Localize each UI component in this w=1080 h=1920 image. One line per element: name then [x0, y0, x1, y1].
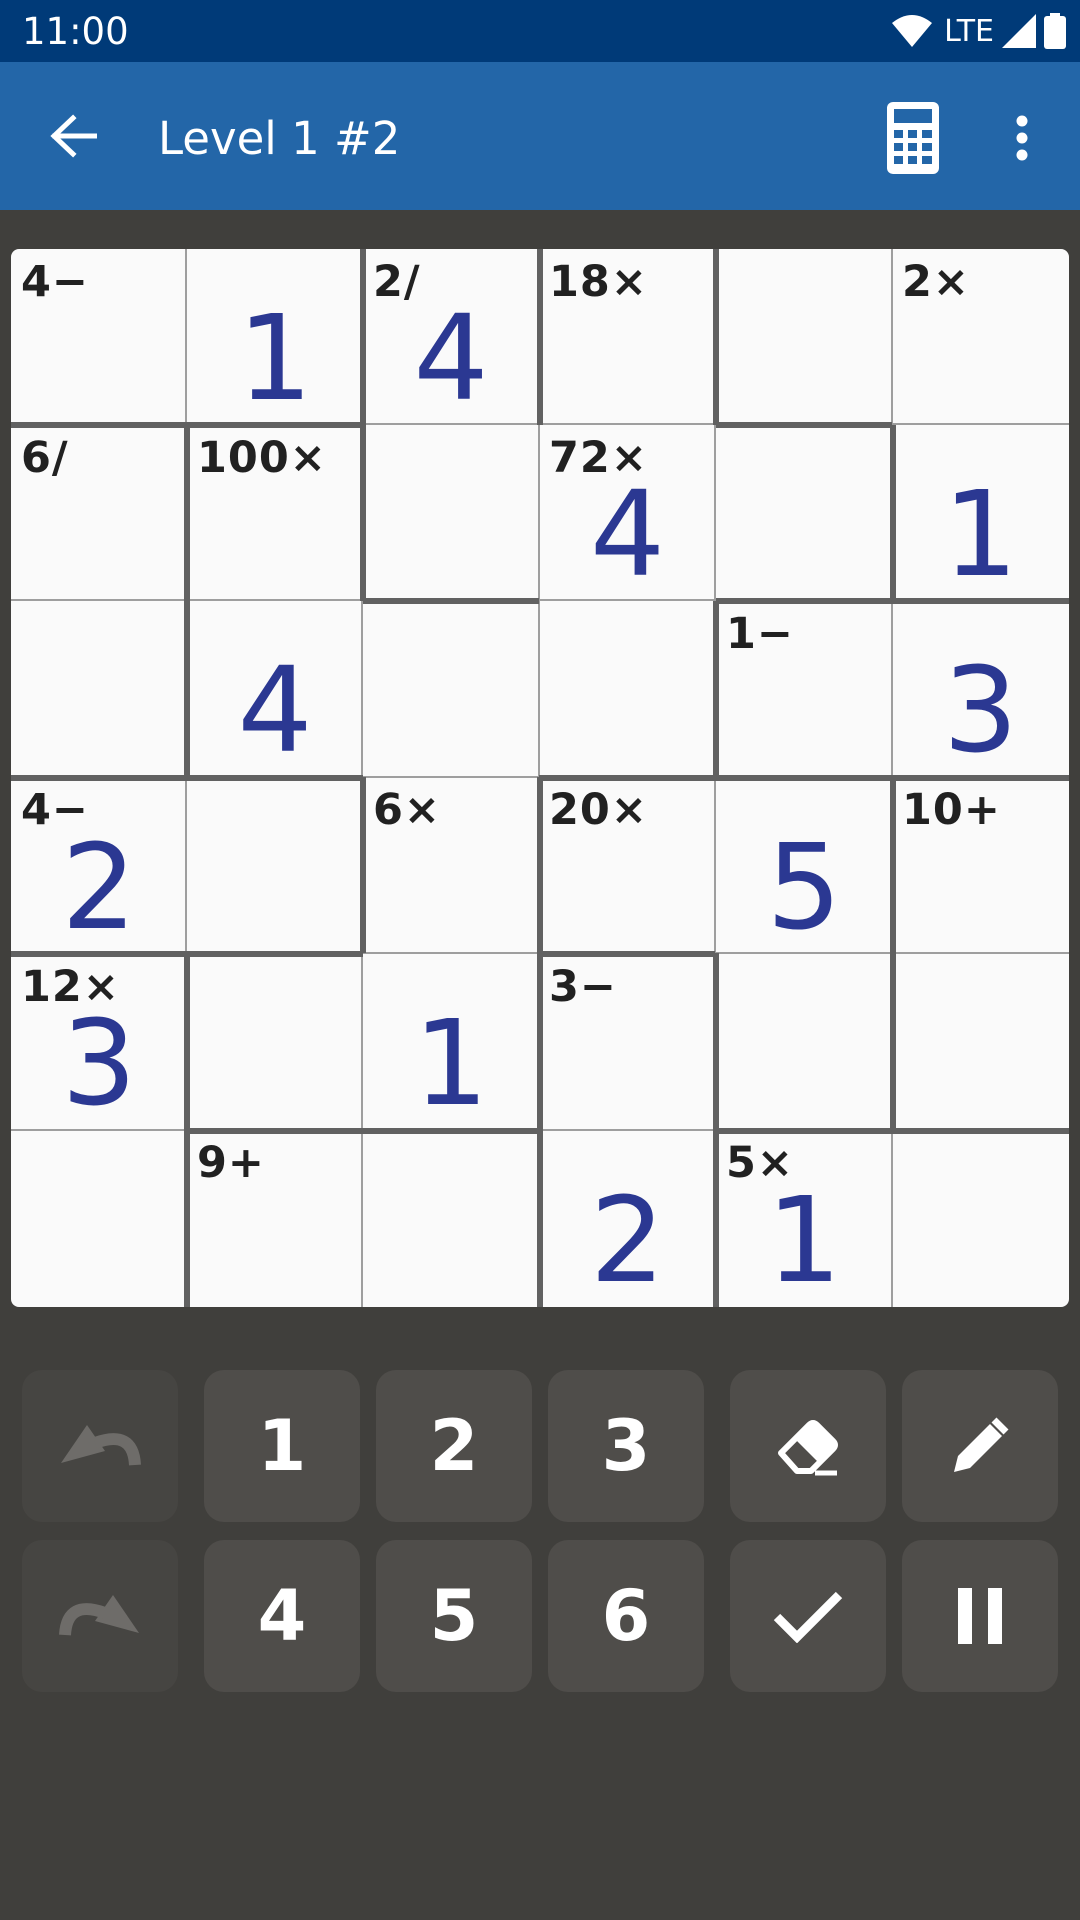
grid-cell-r6c1[interactable] [11, 1130, 187, 1307]
cell-value: 5 [766, 818, 842, 956]
more-options-button[interactable] [1000, 100, 1044, 176]
cell-value: 2 [589, 1171, 666, 1307]
grid-cell-r4c5[interactable]: 5 [716, 777, 892, 954]
grid-cell-r4c1[interactable]: 4− 2 [11, 777, 187, 954]
grid-cell-r6c5[interactable]: 5× 1 [716, 1130, 892, 1307]
cell-value: 1 [766, 1171, 842, 1307]
cell-value: 4 [413, 289, 489, 427]
redo-button[interactable] [22, 1540, 178, 1692]
cell-value: 4 [589, 465, 666, 603]
grid-cell-r1c3[interactable]: 2/4 [363, 249, 539, 425]
digit-6-button[interactable]: 6 [548, 1540, 704, 1692]
grid-cell-r1c1[interactable]: 4− [11, 249, 187, 425]
cell-value: 4 [237, 641, 313, 779]
grid-cell-r5c5[interactable] [716, 954, 892, 1130]
cage-clue: 9+ [197, 1138, 265, 1188]
grid-cell-r3c2[interactable]: 4 [187, 601, 363, 777]
cage-clue: 20× [549, 785, 648, 835]
cell-value: 2 [61, 818, 137, 956]
erase-button[interactable] [730, 1370, 886, 1522]
cell-value: 1 [413, 994, 489, 1132]
grid-cell-r6c4[interactable]: 2 [539, 1130, 716, 1307]
undo-icon [61, 1425, 141, 1466]
cell-signal-icon [1002, 14, 1036, 48]
grid-cell-r5c3[interactable]: 1 [363, 954, 539, 1130]
grid-cell-r2c3[interactable] [363, 425, 539, 601]
grid-cell-r5c6[interactable] [892, 954, 1069, 1130]
grid-cell-r4c6[interactable]: 10+ [892, 777, 1069, 954]
grid-cell-r5c2[interactable] [187, 954, 363, 1130]
pause-button[interactable] [902, 1540, 1058, 1692]
grid-cell-r6c2[interactable]: 9+ [187, 1130, 363, 1307]
digit-2-button[interactable]: 2 [376, 1370, 532, 1522]
digit-1-button[interactable]: 1 [204, 1370, 360, 1522]
battery-icon [1044, 13, 1066, 49]
grid-cell-r5c1[interactable]: 12× 3 [11, 954, 187, 1130]
redo-icon [59, 1595, 139, 1636]
grid-cell-r2c1[interactable]: 6/ [11, 425, 187, 601]
grid-cell-r1c5[interactable] [716, 249, 892, 425]
grid-cell-r4c4[interactable]: 20× [539, 777, 716, 954]
cell-value: 1 [942, 465, 1019, 603]
puzzle-grid: 4− 1 2/4 18× 2× 6/100× 72× 4 1 4 1− 3 4− 2 6× 20× 5 10+ 12… [11, 249, 1069, 1307]
cage-clue: 6/ [21, 433, 69, 483]
grid-cell-r2c4[interactable]: 72× 4 [539, 425, 716, 601]
undo-button[interactable] [22, 1370, 178, 1522]
cage-clue: 3− [549, 962, 617, 1012]
calculator-button[interactable] [880, 100, 946, 176]
cage-clue: 18× [549, 257, 648, 307]
cell-value: 3 [942, 641, 1019, 779]
pencil-mode-button[interactable] [902, 1370, 1058, 1522]
app-bar: Level 1 #2 [0, 62, 1080, 210]
calculator-icon [887, 102, 939, 174]
grid-cell-r3c4[interactable] [539, 601, 716, 777]
back-button[interactable] [36, 104, 110, 168]
more-vert-icon [1016, 115, 1028, 161]
cage-clue: 4− [21, 257, 89, 307]
grid-cell-r5c4[interactable]: 3− [539, 954, 716, 1130]
grid-cell-r2c6[interactable]: 1 [892, 425, 1069, 601]
wifi-icon [892, 15, 933, 47]
digit-4-button[interactable]: 4 [204, 1540, 360, 1692]
grid-cell-r6c3[interactable] [363, 1130, 539, 1307]
digit-5-button[interactable]: 5 [376, 1540, 532, 1692]
grid-cell-r2c2[interactable]: 100× [187, 425, 363, 601]
pause-icon [958, 1588, 1002, 1644]
status-bar: 11:00 LTE [0, 0, 1080, 62]
grid-cell-r1c4[interactable]: 18× [539, 249, 716, 425]
network-type: LTE [944, 13, 994, 49]
grid-cell-r4c2[interactable] [187, 777, 363, 954]
pencil-icon [954, 1417, 1009, 1472]
cage-clue: 10+ [902, 785, 1001, 835]
grid-cell-r6c6[interactable] [892, 1130, 1069, 1307]
check-button[interactable] [730, 1540, 886, 1692]
status-icons: LTE [892, 12, 1066, 50]
arrow-back-icon [50, 114, 97, 158]
grid-cell-r3c5[interactable]: 1− [716, 601, 892, 777]
grid-cell-r4c3[interactable]: 6× [363, 777, 539, 954]
digit-3-button[interactable]: 3 [548, 1370, 704, 1522]
cell-value: 1 [237, 289, 313, 427]
cage-clue: 2× [902, 257, 970, 307]
cage-clue: 1− [726, 609, 794, 659]
page-title: Level 1 #2 [158, 112, 401, 165]
check-icon [773, 1591, 843, 1643]
grid-cell-r3c6[interactable]: 3 [892, 601, 1069, 777]
grid-cell-r3c3[interactable] [363, 601, 539, 777]
cage-clue: 6× [373, 785, 441, 835]
grid-cell-r3c1[interactable] [11, 601, 187, 777]
grid-cell-r2c5[interactable] [716, 425, 892, 601]
status-time: 11:00 [22, 10, 129, 53]
grid-cell-r1c2[interactable]: 1 [187, 249, 363, 425]
cell-value: 3 [61, 994, 137, 1132]
cage-clue: 100× [197, 433, 327, 483]
eraser-icon [778, 1420, 838, 1476]
grid-cell-r1c6[interactable]: 2× [892, 249, 1069, 425]
